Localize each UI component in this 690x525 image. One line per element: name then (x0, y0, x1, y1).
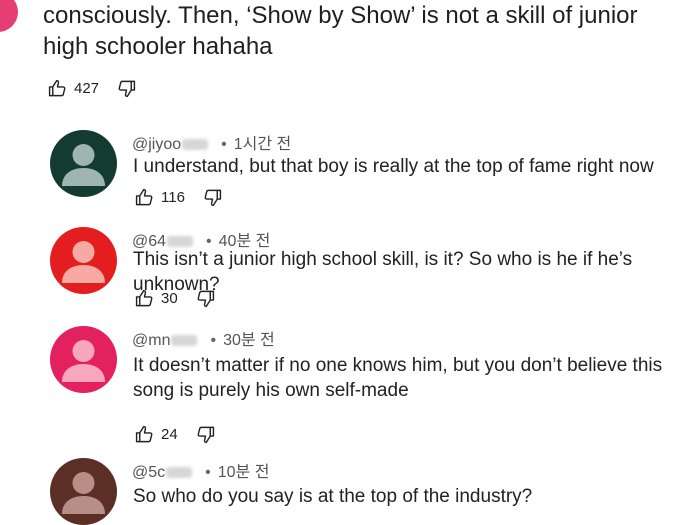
reply-handle[interactable]: @mn (132, 332, 170, 349)
handle-redaction (171, 335, 198, 347)
user-avatar-icon (50, 326, 117, 393)
meta-separator: • (205, 464, 211, 481)
handle-redaction (182, 139, 209, 151)
dislike-button[interactable] (196, 289, 215, 308)
dislike-button[interactable] (196, 425, 215, 444)
reply-comment: @64 • 40분 전 This isn’t a junior high schoo… (50, 227, 680, 312)
parent-comment-text: consciously. Then, ‘Show by Show’ is not… (43, 2, 638, 60)
reply-comment: @jiyoo • 1시간 전 I understand, but that boy … (50, 130, 680, 210)
reply-avatar[interactable] (50, 130, 117, 197)
reply-time: 30분 전 (223, 332, 275, 349)
user-avatar-icon (50, 130, 117, 197)
thumbs-down-icon (204, 189, 222, 207)
dislike-button[interactable] (203, 188, 222, 207)
like-button[interactable]: 24 (135, 425, 178, 444)
thumbs-down-icon (197, 290, 214, 308)
reply-text: So who do you say is at the top of the i… (133, 486, 533, 507)
like-count: 30 (161, 290, 178, 307)
parent-like-button[interactable]: 427 (48, 79, 99, 98)
thumbs-down-icon (197, 426, 214, 444)
handle-redaction (167, 236, 194, 248)
reply-comment: @5c • 10분 전 So who do you say is at the to… (50, 458, 680, 525)
reply-meta: @5c • 10분 전 (132, 458, 269, 482)
thumbs-up-icon (135, 289, 153, 307)
reply-text: I understand, but that boy is really at … (133, 156, 654, 177)
reply-avatar[interactable] (50, 458, 117, 525)
reply-comment: @mn • 30분 전 It doesn’t matter if no one kn… (50, 326, 680, 446)
parent-avatar[interactable] (0, 0, 18, 32)
parent-dislike-button[interactable] (117, 79, 136, 98)
parent-like-count: 427 (74, 80, 100, 97)
reply-actions: 24 (135, 425, 215, 444)
reply-actions: 116 (135, 188, 222, 207)
reply-meta: @mn • 30분 전 (132, 326, 275, 350)
reply-avatar[interactable] (50, 227, 117, 294)
reply-actions: 30 (135, 289, 215, 308)
reply-handle[interactable]: @jiyoo (132, 136, 181, 153)
handle-redaction (166, 467, 193, 479)
parent-comment-actions: 427 (48, 79, 136, 98)
like-button[interactable]: 30 (135, 289, 178, 308)
reply-handle[interactable]: @5c (132, 464, 165, 481)
like-count: 116 (161, 189, 185, 206)
thumbs-up-icon (48, 79, 66, 97)
thumbs-up-icon (135, 425, 153, 443)
like-count: 24 (161, 426, 178, 443)
reply-meta: @jiyoo • 1시간 전 (132, 130, 291, 154)
user-avatar-icon (50, 458, 117, 525)
like-button[interactable]: 116 (135, 188, 185, 207)
thumbs-up-icon (135, 188, 153, 206)
reply-text: It doesn’t matter if no one knows him, b… (133, 355, 663, 401)
reply-time: 10분 전 (217, 464, 270, 481)
reply-time: 1시간 전 (233, 136, 292, 153)
reply-avatar[interactable] (50, 326, 117, 393)
meta-separator: • (221, 136, 227, 153)
meta-separator: • (210, 332, 217, 349)
thumbs-down-icon (118, 80, 136, 98)
user-avatar-icon (50, 227, 117, 294)
